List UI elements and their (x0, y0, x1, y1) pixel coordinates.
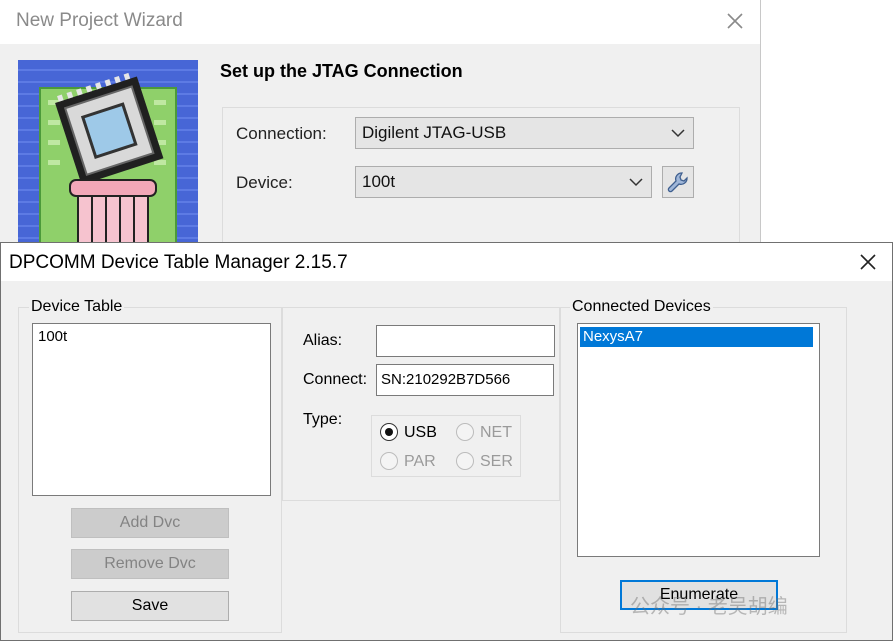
device-dropdown[interactable]: 100t (355, 166, 652, 198)
chevron-down-icon (629, 178, 643, 187)
close-icon[interactable] (853, 249, 883, 275)
radio-net[interactable]: NET (456, 423, 512, 443)
device-label: Device: (236, 173, 293, 192)
radio-net-label: NET (480, 424, 512, 441)
device-value: 100t (362, 172, 396, 191)
list-item[interactable]: NexysA7 (580, 327, 813, 347)
type-label: Type: (303, 411, 343, 428)
radio-indicator (380, 452, 398, 470)
radio-ser[interactable]: SER (456, 452, 513, 472)
connection-label: Connection: (236, 124, 327, 143)
wizard-title: New Project Wizard (16, 10, 183, 31)
device-table-label: Device Table (29, 298, 125, 316)
dialog-titlebar: DPCOMM Device Table Manager 2.15.7 (1, 243, 892, 281)
save-button[interactable]: Save (71, 591, 229, 621)
watermark-text: 公众号 · 老吴胡编 (630, 596, 788, 618)
new-project-wizard-window: New Project Wizard Set up the JTAG Conne… (0, 0, 761, 254)
connect-input[interactable]: SN:210292B7D566 (376, 364, 554, 396)
close-icon[interactable] (718, 6, 752, 36)
chevron-down-icon (671, 129, 685, 138)
device-table-list[interactable]: 100t (32, 323, 271, 496)
radio-indicator (456, 452, 474, 470)
list-item[interactable]: 100t (35, 327, 67, 347)
alias-label: Alias: (303, 332, 343, 349)
configure-device-button[interactable] (662, 166, 694, 198)
remove-device-button[interactable]: Remove Dvc (71, 549, 229, 579)
add-device-button[interactable]: Add Dvc (71, 508, 229, 538)
wrench-icon (667, 172, 688, 193)
wizard-heading: Set up the JTAG Connection (220, 61, 463, 81)
radio-ser-label: SER (480, 453, 513, 470)
connect-label: Connect: (303, 371, 368, 388)
radio-usb[interactable]: USB (380, 423, 437, 443)
jtag-chip-illustration (18, 60, 198, 250)
wizard-titlebar: New Project Wizard (0, 0, 760, 44)
connected-devices-list[interactable]: NexysA7 (577, 323, 820, 557)
dialog-title: DPCOMM Device Table Manager 2.15.7 (9, 252, 348, 273)
radio-par-label: PAR (404, 453, 436, 470)
radio-indicator (380, 423, 398, 441)
connection-dropdown[interactable]: Digilent JTAG-USB (355, 117, 694, 149)
radio-indicator (456, 423, 474, 441)
radio-par[interactable]: PAR (380, 452, 436, 472)
radio-usb-label: USB (404, 424, 437, 441)
alias-input[interactable] (376, 325, 555, 357)
connected-devices-label: Connected Devices (570, 298, 713, 316)
connection-value: Digilent JTAG-USB (362, 123, 507, 142)
